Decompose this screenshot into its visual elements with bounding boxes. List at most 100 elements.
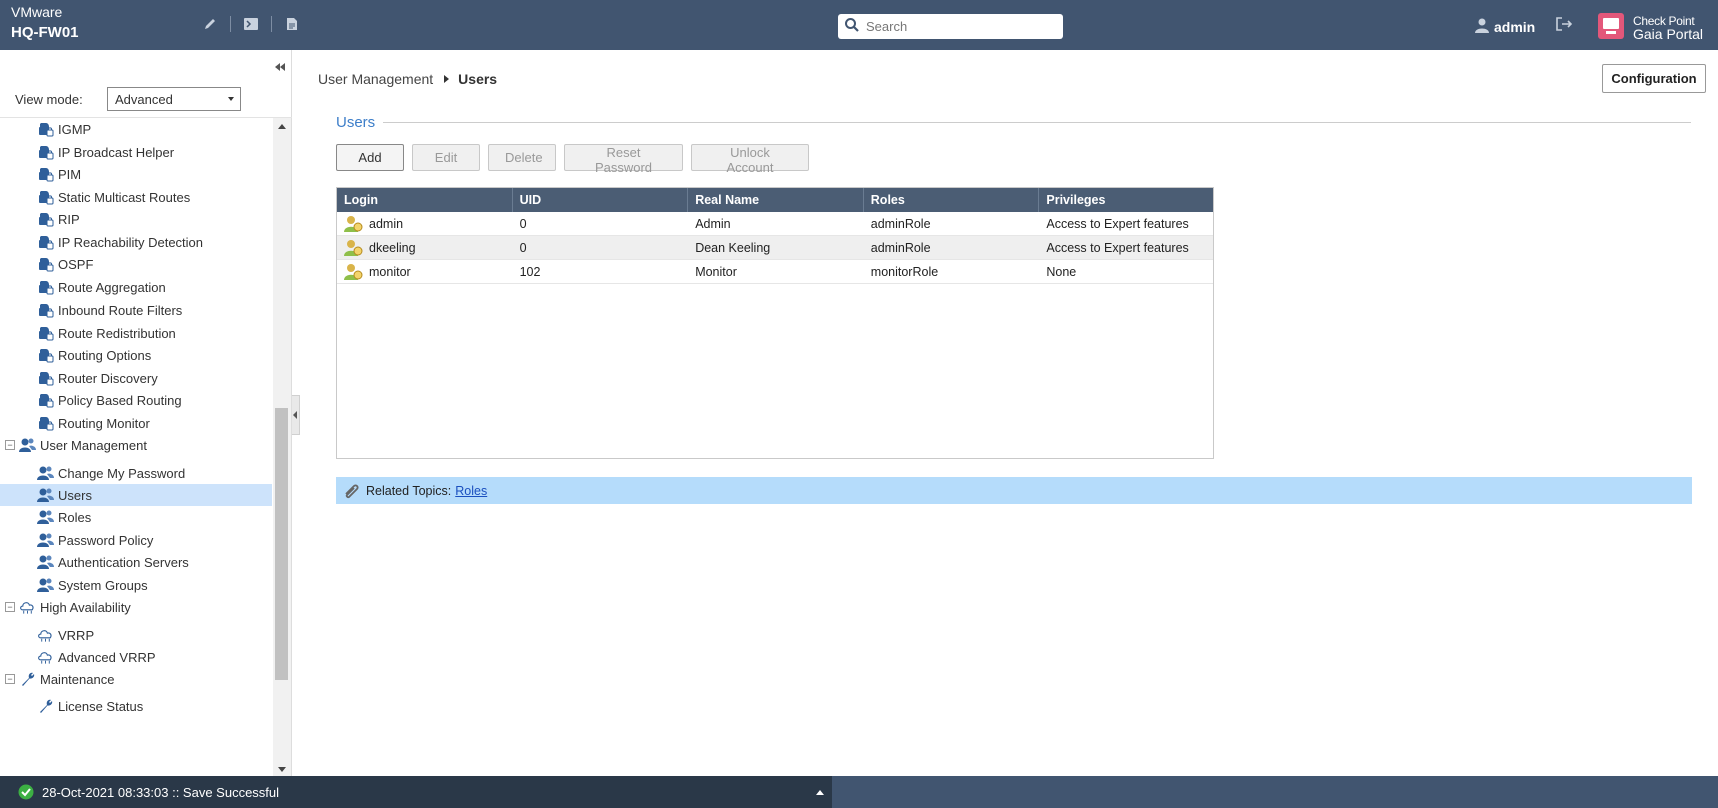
sidebar-item-change-my-password[interactable]: Change My Password: [0, 462, 272, 484]
users-icon: [37, 465, 54, 482]
status-bar-right: [832, 776, 1718, 808]
table-row[interactable]: monitor 102 Monitor monitorRole None: [337, 260, 1213, 284]
sidebar-item-inbound-route-filters[interactable]: Inbound Route Filters: [0, 299, 272, 321]
edit-button[interactable]: Edit: [412, 144, 480, 171]
sidebar-item-static-multicast-routes[interactable]: Static Multicast Routes: [0, 186, 272, 208]
sidebar-item-label: VRRP: [58, 627, 95, 643]
related-roles-link[interactable]: Roles: [455, 484, 487, 498]
configuration-button[interactable]: Configuration: [1602, 64, 1706, 93]
cell-real-name: Dean Keeling: [695, 240, 771, 255]
sidebar-item-roles[interactable]: Roles: [0, 506, 272, 528]
sidebar-item-advanced-vrrp[interactable]: Advanced VRRP: [0, 646, 272, 668]
cell-roles: adminRole: [870, 240, 931, 255]
view-mode-select[interactable]: Advanced: [107, 87, 241, 111]
lock-icon: [37, 211, 54, 228]
sidebar-item-users[interactable]: Users: [0, 484, 272, 506]
breadcrumb-parent[interactable]: User Management: [318, 71, 433, 87]
users-icon: [37, 509, 54, 526]
sidebar-item-label: Roles: [58, 509, 92, 525]
sidebar-item-user-management[interactable]: − User Management: [0, 434, 272, 456]
collapse-toggle-icon[interactable]: −: [5, 602, 15, 612]
user-menu[interactable]: admin: [1474, 17, 1535, 36]
sidebar-item-label: Maintenance: [40, 671, 115, 687]
sidebar-item-password-policy[interactable]: Password Policy: [0, 529, 272, 551]
pencil-icon[interactable]: [200, 14, 220, 34]
sidebar-item-route-aggregation[interactable]: Route Aggregation: [0, 276, 272, 298]
table-row[interactable]: admin 0 Admin adminRole Access to Expert fea…: [337, 212, 1213, 236]
column-header-uid[interactable]: UID: [513, 188, 689, 212]
unlock-account-button[interactable]: Unlock Account: [691, 144, 809, 175]
user-name[interactable]: admin: [1494, 19, 1535, 35]
status-bar: 28-Oct-2021 08:33:03 :: Save Successful: [0, 776, 832, 808]
lock-icon: [37, 325, 54, 342]
column-header-privileges[interactable]: Privileges: [1039, 188, 1213, 212]
column-header-roles[interactable]: Roles: [864, 188, 1040, 212]
sidebar-item-maintenance[interactable]: − Maintenance: [0, 668, 272, 690]
logout-icon[interactable]: [1555, 16, 1573, 35]
cell-real-name: Admin: [695, 216, 731, 231]
search-box[interactable]: [838, 14, 1063, 39]
sidebar-item-label: Users: [58, 487, 92, 503]
scrollbar-thumb[interactable]: [275, 408, 288, 680]
check-circle-icon: [18, 784, 34, 800]
wrench-icon: [19, 671, 36, 688]
sidebar-item-router-discovery[interactable]: Router Discovery: [0, 367, 272, 389]
delete-button[interactable]: Delete: [488, 144, 556, 171]
sidebar-item-system-groups[interactable]: System Groups: [0, 574, 272, 596]
toolbar-separator: [271, 16, 272, 32]
sidebar-scrollbar[interactable]: [273, 118, 291, 778]
sidebar-item-pim[interactable]: PIM: [0, 163, 272, 185]
column-header-real-name[interactable]: Real Name: [688, 188, 864, 212]
table-row[interactable]: dkeeling 0 Dean Keeling adminRole Access to …: [337, 236, 1213, 260]
sidebar-item-label: Password Policy: [58, 532, 154, 548]
brand-line2: Gaia Portal: [1633, 25, 1704, 42]
terminal-icon[interactable]: [241, 14, 261, 34]
sidebar-splitter-handle[interactable]: [292, 395, 300, 435]
cloud-icon: [19, 599, 36, 616]
sidebar-item-igmp[interactable]: IGMP: [0, 118, 272, 140]
sidebar-item-label: Advanced VRRP: [58, 649, 156, 665]
sidebar-item-ip-broadcast-helper[interactable]: IP Broadcast Helper: [0, 141, 272, 163]
collapse-toggle-icon[interactable]: −: [5, 440, 15, 450]
users-toolbar: Add Edit Delete Reset Password Unlock Ac…: [336, 144, 817, 175]
cell-uid: 102: [519, 264, 541, 279]
sidebar-item-routing-options[interactable]: Routing Options: [0, 344, 272, 366]
sidebar-item-policy-based-routing[interactable]: Policy Based Routing: [0, 389, 272, 411]
document-icon[interactable]: [282, 14, 302, 34]
sidebar-item-vrrp[interactable]: VRRP: [0, 624, 272, 646]
cloud-icon: [37, 649, 54, 666]
search-input[interactable]: [866, 19, 1056, 34]
cell-uid: 0: [519, 240, 527, 255]
sidebar-item-high-availability[interactable]: − High Availability: [0, 596, 272, 618]
sidebar-item-label: License Status: [58, 698, 144, 714]
sidebar-item-license-status[interactable]: License Status: [0, 695, 272, 717]
users-icon: [19, 437, 36, 454]
sidebar-item-label: Route Aggregation: [58, 279, 166, 295]
user-avatar-icon: [344, 239, 363, 256]
sidebar-item-route-redistribution[interactable]: Route Redistribution: [0, 322, 272, 344]
chevron-left-icon: [293, 411, 297, 419]
users-icon: [37, 487, 54, 504]
column-header-login[interactable]: Login: [337, 188, 513, 212]
sidebar-item-authentication-servers[interactable]: Authentication Servers: [0, 551, 272, 573]
sidebar-item-label: Routing Monitor: [58, 415, 150, 431]
reset-password-button[interactable]: Reset Password: [564, 144, 683, 175]
scroll-up-icon[interactable]: [278, 124, 286, 129]
users-icon: [37, 554, 54, 571]
expand-status-icon[interactable]: [816, 790, 824, 795]
collapse-sidebar-icon[interactable]: [274, 60, 286, 75]
sidebar-item-routing-monitor[interactable]: Routing Monitor: [0, 412, 272, 434]
add-button[interactable]: Add: [336, 144, 404, 171]
sidebar-item-label: Static Multicast Routes: [58, 189, 191, 205]
sidebar-item-rip[interactable]: RIP: [0, 208, 272, 230]
sidebar-item-label: IP Broadcast Helper: [58, 144, 175, 160]
collapse-toggle-icon[interactable]: −: [5, 674, 15, 684]
table-header: Login UID Real Name Roles Privileges: [337, 188, 1213, 212]
scroll-down-icon[interactable]: [278, 767, 286, 772]
status-message: 28-Oct-2021 08:33:03 :: Save Successful: [42, 784, 280, 800]
sidebar-item-ospf[interactable]: OSPF: [0, 253, 272, 275]
section-title: Users: [336, 114, 376, 131]
platform-label: VMware: [11, 4, 63, 20]
sidebar-item-ip-reachability-detection[interactable]: IP Reachability Detection: [0, 231, 272, 253]
related-topics-label: Related Topics:: [366, 483, 452, 498]
